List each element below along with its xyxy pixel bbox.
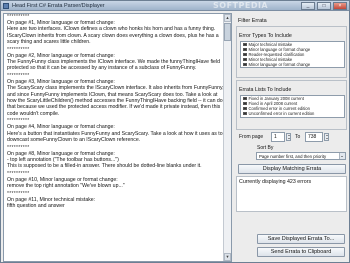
to-label: To (295, 134, 301, 140)
checkbox[interactable] (243, 52, 247, 57)
checkbox[interactable] (243, 101, 247, 106)
entry-text-line: protected so that it can be accessed by … (7, 65, 197, 72)
errata-text-area[interactable]: ********** On page #1, Minor language or … (3, 13, 232, 262)
checkbox[interactable] (243, 62, 247, 67)
errata-entry: ********** On page #8, Minor language or … (4, 145, 231, 170)
display-matching-errata-button[interactable]: Display Matching Errata (238, 164, 346, 174)
from-page-stepper[interactable] (286, 133, 291, 141)
error-type-item[interactable]: Minor language or format change (241, 62, 344, 67)
sort-by-value: Page number first, and then priority (259, 154, 327, 159)
checkbox[interactable] (243, 111, 247, 116)
app-window: Head First C# Errata Parser/Displayer SO… (0, 0, 350, 263)
checkbox-label: Unconfirmed error in current edition (248, 111, 315, 116)
scroll-up-icon[interactable]: ▲ (224, 14, 231, 22)
to-page-stepper[interactable] (324, 133, 329, 141)
checkbox[interactable] (243, 42, 247, 47)
errata-entry: ********** On page #10, Minor language or… (4, 171, 231, 190)
entry-text-line: Here are two interfaces. IClown defines … (7, 26, 216, 33)
sort-by-label: Sort By (257, 145, 274, 151)
send-to-clipboard-button[interactable]: Send Errata to Clipboard (257, 247, 345, 257)
errata-entry-list: ********** On page #1, Minor language or … (4, 14, 231, 209)
watermark-text: SOFTPEDIA (213, 1, 269, 10)
errata-entry: ********** On page #2, Minor language or … (4, 47, 231, 72)
checkbox[interactable] (243, 106, 247, 111)
checkbox[interactable] (243, 57, 247, 62)
entry-text-line: fifth question and answer (7, 202, 65, 209)
entry-text-line: code wouldn't compile. (7, 110, 60, 117)
from-page-label: From page (239, 134, 264, 140)
app-icon (3, 3, 9, 9)
checkbox-label: Minor language or format change (248, 62, 311, 67)
entry-text-line: scary thing and scares little children. (7, 39, 91, 46)
entry-text-line: The ScaryScary class implements the ISca… (7, 85, 224, 92)
filter-title: Filter Errata (238, 18, 267, 24)
error-types-heading: Error Types To Include (239, 33, 292, 39)
entry-text-line: that because we used the protected acces… (7, 104, 221, 111)
title-bar: Head First C# Errata Parser/Displayer SO… (1, 1, 349, 11)
entry-text-line: downcast someFunnyClown to an IScaryClow… (7, 137, 141, 144)
status-text: Currently displaying 423 errors (239, 179, 312, 185)
scroll-thumb[interactable] (224, 23, 231, 41)
checkbox[interactable] (243, 96, 247, 101)
errata-list-item[interactable]: Unconfirmed error in current edition (241, 111, 344, 116)
sort-by-select[interactable]: Page number first, and then priority (256, 152, 346, 160)
errata-entry: ********** On page #11, Minor technical m… (4, 191, 231, 210)
errata-lists-heading: Errata Lists To Include (239, 87, 292, 93)
close-button[interactable]: × (333, 2, 347, 10)
save-errata-button[interactable]: Save Displayed Errata To... (257, 234, 345, 244)
errata-lists-list[interactable]: Fixed in January 2008 current Fixed in Ap… (240, 95, 345, 118)
maximize-button[interactable]: □ (317, 2, 331, 10)
scroll-down-icon[interactable]: ▼ (224, 253, 231, 261)
errata-entry: ********** On page #1, Minor language or … (4, 14, 231, 46)
vertical-scrollbar[interactable]: ▲ ▼ (223, 14, 231, 261)
errata-entry: ********** On page #4, Minor language or … (4, 118, 231, 143)
from-page-input[interactable]: 1 (271, 132, 285, 142)
filter-panel: Filter Errata Error Types To Include Maj… (234, 13, 349, 262)
minimize-button[interactable]: _ (301, 2, 315, 10)
entry-text-line: remove the top right annotation "We've b… (7, 183, 125, 190)
entry-text-line: This is supposed to be a filled-in answe… (7, 163, 202, 170)
chevron-down-icon[interactable] (339, 153, 345, 159)
to-page-input[interactable]: 738 (305, 132, 323, 142)
checkbox[interactable] (243, 47, 247, 52)
error-types-list[interactable]: Major technical mistake Minor language or… (240, 41, 345, 68)
errata-entry: ********** On page #3, Minor language or … (4, 73, 231, 117)
window-title: Head First C# Errata Parser/Displayer (12, 3, 105, 9)
